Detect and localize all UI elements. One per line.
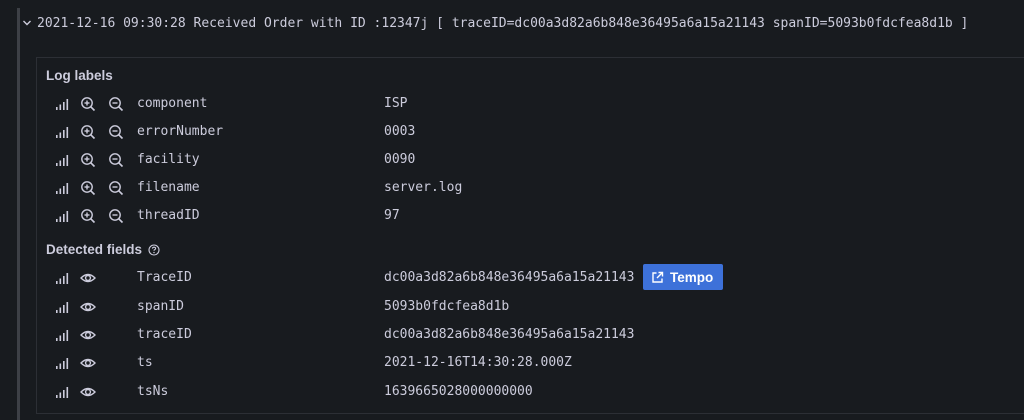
eye-icon[interactable] [80, 299, 96, 315]
label-value: server.log [384, 180, 463, 195]
eye-icon[interactable] [80, 270, 96, 286]
field-row-TraceID: TraceID dc00a3d82a6b848e36495a6a15a21143… [37, 264, 1024, 292]
zoom-out-icon[interactable] [108, 180, 124, 196]
label-row-component: component ISP [37, 90, 1024, 118]
field-value: 2021-12-16T14:30:28.000Z [384, 355, 572, 370]
field-value: 1639665028000000000 [384, 384, 533, 399]
stats-icon[interactable] [54, 327, 70, 343]
field-row-ts: ts 2021-12-16T14:30:28.000Z [37, 349, 1024, 377]
stats-icon[interactable] [54, 180, 70, 196]
label-value: 0090 [384, 152, 416, 167]
eye-icon[interactable] [80, 327, 96, 343]
stats-icon[interactable] [54, 270, 70, 286]
label-row-errorNumber: errorNumber 0003 [37, 118, 1024, 146]
field-key: traceID [137, 327, 192, 342]
tempo-link-button[interactable]: Tempo [643, 264, 724, 290]
log-labels-title-text: Log labels [46, 68, 113, 83]
eye-icon[interactable] [80, 384, 96, 400]
field-row-traceID: traceID dc00a3d82a6b848e36495a6a15a21143 [37, 321, 1024, 349]
label-key: errorNumber [137, 124, 224, 139]
label-row-facility: facility 0090 [37, 146, 1024, 174]
field-value: dc00a3d82a6b848e36495a6a15a21143 [384, 327, 635, 342]
label-key: component [137, 96, 208, 111]
zoom-in-icon[interactable] [80, 180, 96, 196]
log-details-panel: Log labels component ISP errorNumber 000… [36, 57, 1024, 414]
chevron-down-icon[interactable] [21, 17, 33, 29]
label-row-filename: filename server.log [37, 174, 1024, 202]
external-link-icon [652, 271, 664, 283]
stats-icon[interactable] [54, 152, 70, 168]
stats-icon[interactable] [54, 124, 70, 140]
field-key: TraceID [137, 270, 192, 285]
detected-fields-title: Detected fields [46, 242, 160, 257]
zoom-out-icon[interactable] [108, 96, 124, 112]
field-row-spanID: spanID 5093b0fdcfea8d1b [37, 293, 1024, 321]
help-icon[interactable] [148, 243, 160, 256]
field-value: 5093b0fdcfea8d1b [384, 299, 510, 314]
stats-icon[interactable] [54, 208, 70, 224]
field-row-tsNs: tsNs 1639665028000000000 [37, 378, 1024, 406]
stats-icon[interactable] [54, 355, 70, 371]
tempo-link-label: Tempo [670, 269, 714, 285]
zoom-in-icon[interactable] [80, 96, 96, 112]
label-key: threadID [137, 208, 200, 223]
label-key: facility [137, 152, 200, 167]
eye-icon[interactable] [80, 355, 96, 371]
stats-icon[interactable] [54, 96, 70, 112]
label-value: 0003 [384, 124, 416, 139]
log-line[interactable]: 2021-12-16 09:30:28 Received Order with … [21, 12, 968, 34]
field-key: spanID [137, 299, 184, 314]
log-row-indicator [17, 8, 20, 420]
zoom-out-icon[interactable] [108, 152, 124, 168]
zoom-out-icon[interactable] [108, 208, 124, 224]
label-value: ISP [384, 96, 408, 111]
stats-icon[interactable] [54, 299, 70, 315]
log-labels-title: Log labels [46, 68, 113, 83]
zoom-in-icon[interactable] [80, 124, 96, 140]
zoom-in-icon[interactable] [80, 152, 96, 168]
label-key: filename [137, 180, 200, 195]
zoom-in-icon[interactable] [80, 208, 96, 224]
log-line-text: 2021-12-16 09:30:28 Received Order with … [37, 15, 969, 31]
label-row-threadID: threadID 97 [37, 202, 1024, 230]
field-value: dc00a3d82a6b848e36495a6a15a21143 [384, 270, 635, 285]
field-key: ts [137, 355, 153, 370]
zoom-out-icon[interactable] [108, 124, 124, 140]
stats-icon[interactable] [54, 384, 70, 400]
field-key: tsNs [137, 384, 169, 399]
detected-fields-title-text: Detected fields [46, 242, 143, 257]
label-value: 97 [384, 208, 400, 223]
